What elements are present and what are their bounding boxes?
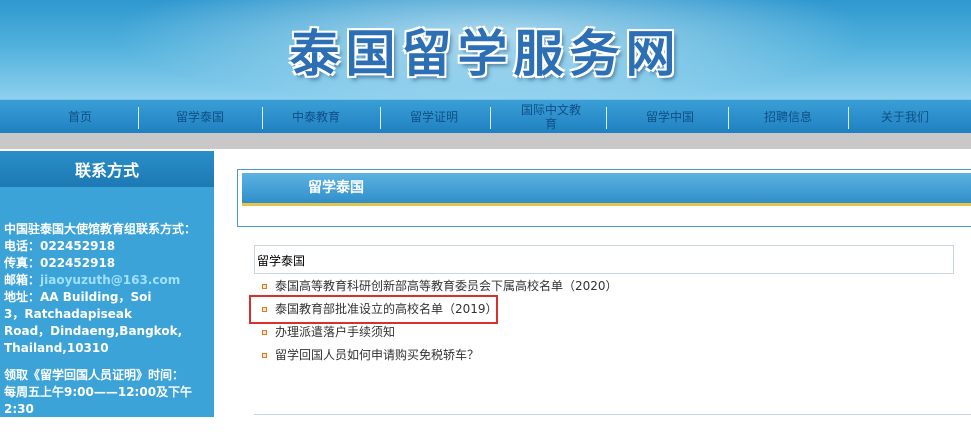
section-title-box: 留学泰国 bbox=[254, 245, 954, 274]
nav-separator bbox=[138, 107, 139, 129]
contact-email-label: 邮箱： bbox=[4, 273, 41, 287]
contact-address-line: Road，Dindaeng,Bangkok, bbox=[4, 324, 183, 338]
section-title: 留学泰国 bbox=[257, 254, 306, 268]
certificate-time-line: 每周五上午9:00——12:00及下午2:30 bbox=[4, 385, 193, 416]
content-header-title: 留学泰国 bbox=[308, 180, 364, 196]
content-bottom-border bbox=[254, 414, 971, 415]
sidebar-contact: 联系方式 中国驻泰国大使馆教育组联系方式： 电话：022452918 传真：02… bbox=[0, 151, 214, 433]
bullet-icon bbox=[262, 353, 267, 358]
nav-separator bbox=[606, 107, 607, 129]
list-item-link[interactable]: 办理派遣落户手续须知 bbox=[275, 325, 395, 339]
contact-address-line: Thailand,10310 bbox=[4, 341, 109, 355]
contact-email-link[interactable]: jiaoyuzuth@163.com bbox=[40, 273, 180, 287]
nav-study-certificate[interactable]: 留学证明 bbox=[374, 100, 494, 134]
nav-study-thailand[interactable]: 留学泰国 bbox=[140, 100, 260, 134]
nav-separator bbox=[490, 107, 491, 129]
nav-china-thai-education[interactable]: 中泰教育 bbox=[256, 100, 376, 134]
list-item[interactable]: 办理派遣落户手续须知 bbox=[260, 323, 618, 346]
sidebar-heading: 联系方式 bbox=[0, 151, 214, 187]
nav-about-us[interactable]: 关于我们 bbox=[845, 100, 965, 134]
highlight-box bbox=[249, 295, 498, 324]
site-banner: 泰国留学服务网 bbox=[0, 0, 971, 99]
content-header: 留学泰国 bbox=[237, 169, 971, 227]
site-title: 泰国留学服务网 bbox=[289, 25, 682, 83]
certificate-time-line: ——5:30 bbox=[4, 419, 58, 433]
list-item-link[interactable]: 留学回国人员如何申请购买免税轿车？ bbox=[275, 348, 479, 362]
nav-intl-chinese-education[interactable]: 国际中文教育 bbox=[518, 100, 584, 134]
contact-info: 中国驻泰国大使馆教育组联系方式： 电话：022452918 传真：0224529… bbox=[4, 221, 212, 435]
contact-spacer bbox=[4, 357, 212, 367]
main-nav: 首页 留学泰国 中泰教育 留学证明 国际中文教育 留学中国 招聘信息 关于我们 bbox=[0, 99, 971, 134]
contact-org: 中国驻泰国大使馆教育组联系方式： bbox=[4, 222, 197, 236]
list-item[interactable]: 留学回国人员如何申请购买免税轿车？ bbox=[260, 346, 618, 369]
contact-email-row: 邮箱：jiaoyuzuth@163.com bbox=[4, 272, 212, 289]
contact-phone: 电话：022452918 bbox=[4, 239, 116, 253]
nav-recruitment[interactable]: 招聘信息 bbox=[728, 100, 848, 134]
bullet-icon bbox=[262, 330, 267, 335]
nav-study-china[interactable]: 留学中国 bbox=[610, 100, 730, 134]
contact-address-line: 地址：AA Building，Soi bbox=[4, 290, 152, 304]
bullet-icon bbox=[262, 284, 267, 289]
nav-home[interactable]: 首页 bbox=[20, 100, 140, 134]
certificate-time-label: 领取《留学回国人员证明》时间： bbox=[4, 368, 185, 382]
nav-bottom-bar bbox=[0, 133, 971, 149]
list-item-link[interactable]: 泰国高等教育科研创新部高等教育委员会下属高校名单（2020） bbox=[275, 279, 618, 293]
contact-fax: 传真：022452918 bbox=[4, 256, 116, 270]
contact-address-line: 3，Ratchadapiseak bbox=[4, 307, 132, 321]
content-header-accent bbox=[242, 203, 971, 206]
